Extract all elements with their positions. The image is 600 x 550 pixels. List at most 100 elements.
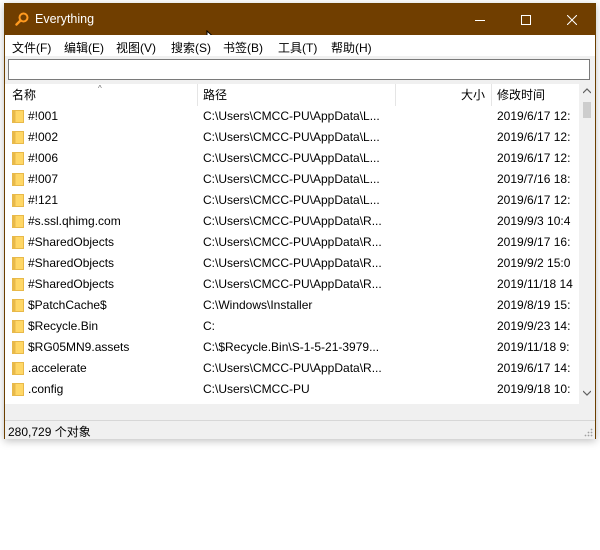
vertical-scrollbar[interactable] bbox=[579, 84, 595, 404]
file-size bbox=[401, 337, 485, 358]
column-divider[interactable] bbox=[491, 84, 492, 106]
file-size bbox=[401, 190, 485, 211]
everything-window: Everything 文件(F) 编辑(E) 视图(V) 搜索(S) 书签(B)… bbox=[4, 3, 596, 439]
search-input[interactable] bbox=[8, 59, 590, 80]
file-size bbox=[401, 232, 485, 253]
file-size bbox=[401, 379, 485, 400]
folder-icon bbox=[12, 320, 24, 333]
folder-icon bbox=[12, 215, 24, 228]
file-modified: 2019/9/17 16: bbox=[497, 235, 571, 249]
file-size bbox=[401, 316, 485, 337]
object-count: 280,729 个对象 bbox=[8, 425, 91, 439]
folder-icon bbox=[12, 236, 24, 249]
file-modified: 2019/7/16 18: bbox=[497, 172, 571, 186]
menu-edit[interactable]: 编辑(E) bbox=[64, 39, 104, 56]
close-button[interactable] bbox=[549, 4, 595, 35]
file-name: $Recycle.Bin bbox=[28, 319, 99, 333]
file-name: #!121 bbox=[28, 193, 59, 207]
table-row[interactable]: .config C:\Users\CMCC-PU 2019/9/18 10: bbox=[5, 379, 579, 400]
file-size bbox=[401, 358, 485, 379]
file-modified: 2019/11/18 9: bbox=[497, 340, 570, 354]
table-row[interactable]: #!001 C:\Users\CMCC-PU\AppData\L... 2019/6… bbox=[5, 106, 579, 127]
file-modified: 2019/6/17 14: bbox=[497, 361, 571, 375]
file-path: C: bbox=[203, 319, 215, 333]
table-row[interactable]: #s.ssl.qhimg.com C:\Users\CMCC-PU\AppData… bbox=[5, 211, 579, 232]
menu-help[interactable]: 帮助(H) bbox=[331, 39, 372, 56]
folder-icon bbox=[12, 341, 24, 354]
minimize-button[interactable] bbox=[457, 4, 503, 35]
folder-icon bbox=[12, 278, 24, 291]
file-size bbox=[401, 106, 485, 127]
resize-grip-icon[interactable] bbox=[583, 427, 593, 437]
file-modified: 2019/11/18 14 bbox=[497, 277, 573, 291]
file-name: #!006 bbox=[28, 151, 59, 165]
file-modified: 2019/6/17 12: bbox=[497, 151, 571, 165]
maximize-icon bbox=[521, 14, 531, 25]
file-modified: 2019/6/17 12: bbox=[497, 193, 571, 207]
folder-icon bbox=[12, 299, 24, 312]
table-row[interactable]: $PatchCache$ C:\Windows\Installer 2019/8/1… bbox=[5, 295, 579, 316]
column-divider[interactable] bbox=[395, 84, 396, 106]
results-list: 名称 ^ 路径 大小 修改时间 #!001 C:\Users\CMCC-PU\Ap… bbox=[5, 84, 595, 404]
file-modified: 2019/9/3 10:4 bbox=[497, 214, 571, 228]
file-name: .config bbox=[28, 382, 64, 396]
table-row[interactable]: #SharedObjects C:\Users\CMCC-PU\AppData\R… bbox=[5, 253, 579, 274]
menu-bookmarks[interactable]: 书签(B) bbox=[223, 39, 263, 56]
file-size bbox=[401, 211, 485, 232]
table-row[interactable]: $RG05MN9.assets C:\$Recycle.Bin\S-1-5-21-… bbox=[5, 337, 579, 358]
file-path: C:\Users\CMCC-PU\AppData\L... bbox=[203, 193, 380, 207]
folder-icon bbox=[12, 257, 24, 270]
file-path: C:\Users\CMCC-PU\AppData\L... bbox=[203, 172, 380, 186]
file-size bbox=[401, 169, 485, 190]
close-icon bbox=[567, 14, 577, 25]
menu-bar: 文件(F) 编辑(E) 视图(V) 搜索(S) 书签(B) 工具(T) 帮助(H… bbox=[5, 35, 595, 56]
file-name: #SharedObjects bbox=[28, 235, 115, 249]
file-path: C:\Users\CMCC-PU\AppData\L... bbox=[203, 130, 380, 144]
menu-tools[interactable]: 工具(T) bbox=[278, 39, 317, 56]
file-path: C:\Users\CMCC-PU\AppData\R... bbox=[203, 361, 382, 375]
file-name: .accelerate bbox=[28, 361, 87, 375]
table-row[interactable]: #!121 C:\Users\CMCC-PU\AppData\L... 2019/6… bbox=[5, 190, 579, 211]
column-header-row: 名称 ^ 路径 大小 修改时间 bbox=[5, 84, 579, 106]
app-search-icon bbox=[15, 12, 29, 26]
file-name: #!001 bbox=[28, 109, 59, 123]
folder-icon bbox=[12, 152, 24, 165]
file-name: #SharedObjects bbox=[28, 277, 115, 291]
file-path: C:\Users\CMCC-PU bbox=[203, 382, 310, 396]
vertical-scroll-thumb[interactable] bbox=[583, 102, 591, 118]
scroll-up-icon[interactable] bbox=[583, 88, 591, 94]
menu-search[interactable]: 搜索(S) bbox=[171, 39, 211, 56]
table-row[interactable]: #SharedObjects C:\Users\CMCC-PU\AppData\R… bbox=[5, 232, 579, 253]
column-header-name[interactable]: 名称 bbox=[12, 84, 192, 106]
table-row[interactable]: #!002 C:\Users\CMCC-PU\AppData\L... 2019/6… bbox=[5, 127, 579, 148]
table-row[interactable]: #SharedObjects C:\Users\CMCC-PU\AppData\R… bbox=[5, 274, 579, 295]
file-path: C:\Users\CMCC-PU\AppData\R... bbox=[203, 214, 382, 228]
file-modified: 2019/9/2 15:0 bbox=[497, 256, 571, 270]
title-bar[interactable]: Everything bbox=[5, 4, 595, 35]
file-modified: 2019/9/23 14: bbox=[497, 319, 571, 333]
column-divider[interactable] bbox=[197, 84, 198, 106]
file-size bbox=[401, 295, 485, 316]
file-path: C:\Windows\Installer bbox=[203, 298, 313, 312]
file-path: C:\Users\CMCC-PU\AppData\L... bbox=[203, 109, 380, 123]
column-header-size[interactable]: 大小 bbox=[401, 84, 485, 106]
maximize-button[interactable] bbox=[503, 4, 549, 35]
file-size bbox=[401, 274, 485, 295]
column-header-path[interactable]: 路径 bbox=[203, 84, 393, 106]
folder-icon bbox=[12, 194, 24, 207]
file-path: C:\Users\CMCC-PU\AppData\R... bbox=[203, 277, 382, 291]
folder-icon bbox=[12, 173, 24, 186]
table-row[interactable]: $Recycle.Bin C: 2019/9/23 14: bbox=[5, 316, 579, 337]
minimize-icon bbox=[475, 19, 485, 21]
menu-file[interactable]: 文件(F) bbox=[12, 39, 51, 56]
file-size bbox=[401, 253, 485, 274]
table-row[interactable]: #!007 C:\Users\CMCC-PU\AppData\L... 2019/7… bbox=[5, 169, 579, 190]
scroll-down-icon[interactable] bbox=[583, 390, 591, 396]
table-row[interactable]: #!006 C:\Users\CMCC-PU\AppData\L... 2019/6… bbox=[5, 148, 579, 169]
sort-ascending-icon: ^ bbox=[98, 84, 102, 93]
menu-view[interactable]: 视图(V) bbox=[116, 39, 156, 56]
search-bar bbox=[5, 56, 595, 83]
table-row[interactable]: .accelerate C:\Users\CMCC-PU\AppData\R...… bbox=[5, 358, 579, 379]
column-header-modified[interactable]: 修改时间 bbox=[497, 84, 579, 106]
file-name: #s.ssl.qhimg.com bbox=[28, 214, 121, 228]
